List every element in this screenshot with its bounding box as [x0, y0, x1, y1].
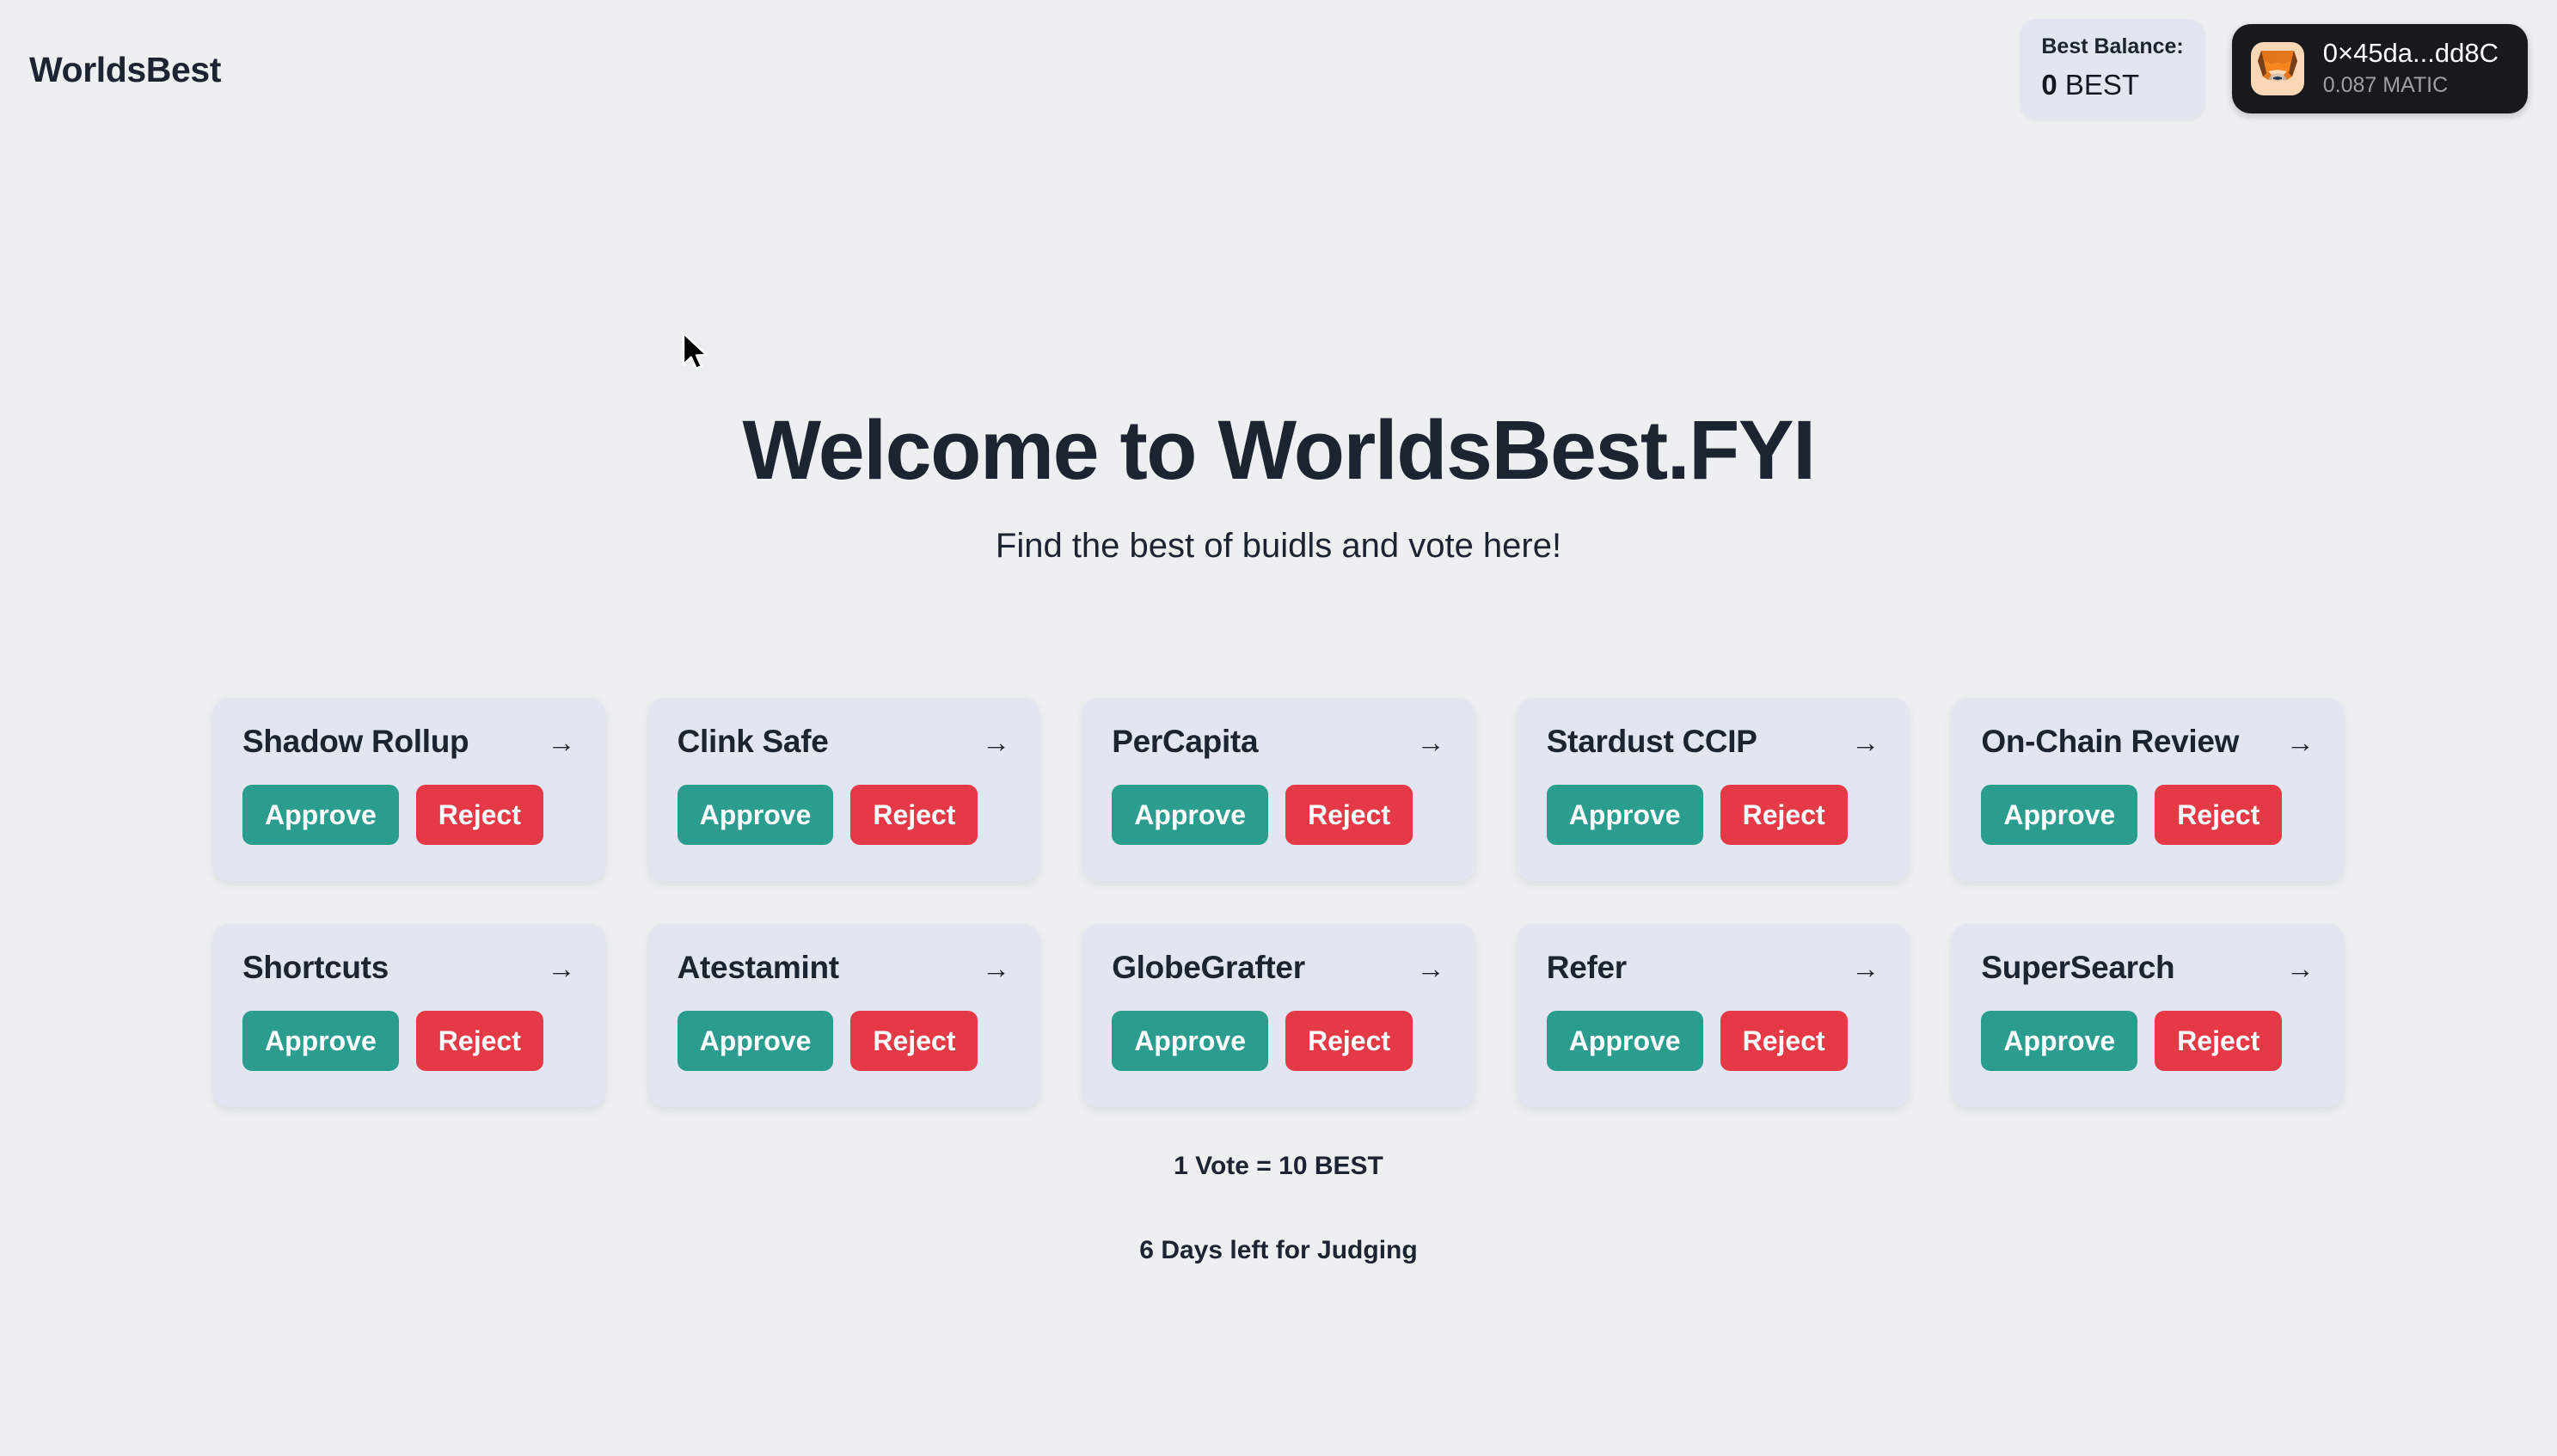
approve-button[interactable]: Approve [242, 1011, 399, 1071]
wallet-native-balance: 0.087 MATIC [2322, 73, 2449, 98]
project-card-header: Atestamint → [678, 950, 1011, 986]
reject-button[interactable]: Reject [2155, 1011, 2283, 1071]
project-card-header: On-Chain Review → [1981, 724, 2315, 760]
project-card-header: PerCapita → [1112, 724, 1445, 760]
metamask-fox-icon [2250, 42, 2304, 96]
project-card-title: GlobeGrafter [1112, 950, 1305, 985]
arrow-right-icon[interactable]: → [2286, 728, 2315, 756]
reject-button[interactable]: Reject [850, 785, 978, 845]
project-card-header: SuperSearch → [1981, 950, 2315, 986]
approve-button[interactable]: Approve [242, 785, 399, 845]
project-card-header: GlobeGrafter → [1112, 950, 1445, 986]
vote-rate-note: 1 Vote = 10 BEST [1174, 1152, 1383, 1180]
project-card[interactable]: Refer → Approve Reject [1517, 924, 1910, 1107]
project-card-actions: Approve Reject [677, 785, 1011, 845]
footnotes-section: 1 Vote = 10 BEST 6 Days left for Judging [0, 1152, 2557, 1265]
wallet-address: 0×45da...dd8C [2322, 38, 2499, 69]
project-card-actions: Approve Reject [242, 1011, 576, 1071]
project-card[interactable]: GlobeGrafter → Approve Reject [1082, 924, 1475, 1107]
best-balance-amount: 0 [2041, 69, 2057, 101]
arrow-right-icon[interactable]: → [548, 728, 576, 756]
project-card-actions: Approve Reject [1546, 785, 1880, 845]
project-card-header: Stardust CCIP → [1547, 724, 1880, 760]
project-card-header: Clink Safe → [678, 724, 1011, 760]
project-card-actions: Approve Reject [677, 1011, 1011, 1071]
arrow-right-icon[interactable]: → [548, 954, 576, 982]
mouse-cursor [682, 332, 711, 371]
project-card[interactable]: Atestamint → Approve Reject [647, 924, 1040, 1107]
project-card-title: Refer [1546, 950, 1627, 985]
page-title: Welcome to WorldsBest.FYI [742, 403, 1816, 497]
project-card-title: Atestamint [677, 950, 840, 985]
project-cards-grid: Shadow Rollup → Approve Reject Clink Safe → Ap… [213, 698, 2344, 1107]
reject-button[interactable]: Reject [1720, 785, 1848, 845]
reject-button[interactable]: Reject [415, 1011, 543, 1071]
arrow-right-icon[interactable]: → [1417, 728, 1445, 756]
approve-button[interactable]: Approve [677, 1011, 834, 1071]
arrow-right-icon[interactable]: → [1851, 728, 1879, 756]
reject-button[interactable]: Reject [1720, 1011, 1848, 1071]
project-card-header: Refer → [1547, 950, 1880, 986]
project-card-actions: Approve Reject [1112, 785, 1445, 845]
reject-button[interactable]: Reject [415, 785, 543, 845]
project-card[interactable]: Shadow Rollup → Approve Reject [213, 698, 605, 881]
wallet-connect-button[interactable]: 0×45da...dd8C 0.087 MATIC [2231, 24, 2528, 114]
project-card-title: PerCapita [1112, 724, 1259, 759]
project-card-title: Shortcuts [242, 950, 389, 985]
project-card-header: Shortcuts → [242, 950, 576, 986]
reject-button[interactable]: Reject [850, 1011, 978, 1071]
brand-logo[interactable]: WorldsBest [29, 50, 221, 90]
hero-section: Welcome to WorldsBest.FYI Find the best … [0, 403, 2557, 566]
project-card[interactable]: Shortcuts → Approve Reject [213, 924, 605, 1107]
approve-button[interactable]: Approve [1112, 785, 1268, 845]
best-balance-pill: Best Balance: 0 BEST [2020, 19, 2204, 119]
reject-button[interactable]: Reject [1285, 1011, 1413, 1071]
project-card[interactable]: Clink Safe → Approve Reject [647, 698, 1040, 881]
project-card-actions: Approve Reject [1112, 1011, 1445, 1071]
approve-button[interactable]: Approve [1112, 1011, 1268, 1071]
project-card-actions: Approve Reject [1981, 785, 2315, 845]
arrow-right-icon[interactable]: → [982, 728, 1010, 756]
project-card-actions: Approve Reject [1981, 1011, 2315, 1071]
page-subtitle: Find the best of buidls and vote here! [995, 526, 1562, 565]
project-card-title: On-Chain Review [1981, 724, 2240, 759]
project-card-title: Stardust CCIP [1546, 724, 1757, 759]
arrow-right-icon[interactable]: → [1851, 954, 1879, 982]
project-card[interactable]: SuperSearch → Approve Reject [1952, 924, 2344, 1107]
approve-button[interactable]: Approve [677, 785, 834, 845]
approve-button[interactable]: Approve [1981, 785, 2138, 845]
project-card[interactable]: On-Chain Review → Approve Reject [1952, 698, 2344, 881]
best-balance-symbol: BEST [2064, 69, 2140, 101]
project-card-header: Shadow Rollup → [242, 724, 576, 760]
project-card-actions: Approve Reject [242, 785, 576, 845]
reject-button[interactable]: Reject [2155, 785, 2283, 845]
approve-button[interactable]: Approve [1546, 1011, 1703, 1071]
project-card-title: Shadow Rollup [242, 724, 469, 759]
project-card[interactable]: PerCapita → Approve Reject [1082, 698, 1475, 881]
project-card[interactable]: Stardust CCIP → Approve Reject [1517, 698, 1910, 881]
approve-button[interactable]: Approve [1546, 785, 1703, 845]
reject-button[interactable]: Reject [1285, 785, 1413, 845]
arrow-right-icon[interactable]: → [982, 954, 1010, 982]
page-header: WorldsBest Best Balance: 0 BEST 0×45da..… [0, 0, 2557, 160]
project-card-actions: Approve Reject [1546, 1011, 1880, 1071]
project-card-title: Clink Safe [677, 724, 829, 759]
wallet-text-group: 0×45da...dd8C 0.087 MATIC [2323, 37, 2499, 101]
best-balance-label: Best Balance: [2041, 34, 2184, 58]
best-balance-value: 0 BEST [2041, 69, 2183, 101]
project-card-title: SuperSearch [1981, 950, 2175, 985]
judging-countdown-note: 6 Days left for Judging [1139, 1236, 1418, 1264]
header-right-group: Best Balance: 0 BEST 0×45da...dd8C 0.087… [2020, 19, 2528, 119]
approve-button[interactable]: Approve [1981, 1011, 2138, 1071]
arrow-right-icon[interactable]: → [2286, 954, 2315, 982]
arrow-right-icon[interactable]: → [1417, 954, 1445, 982]
